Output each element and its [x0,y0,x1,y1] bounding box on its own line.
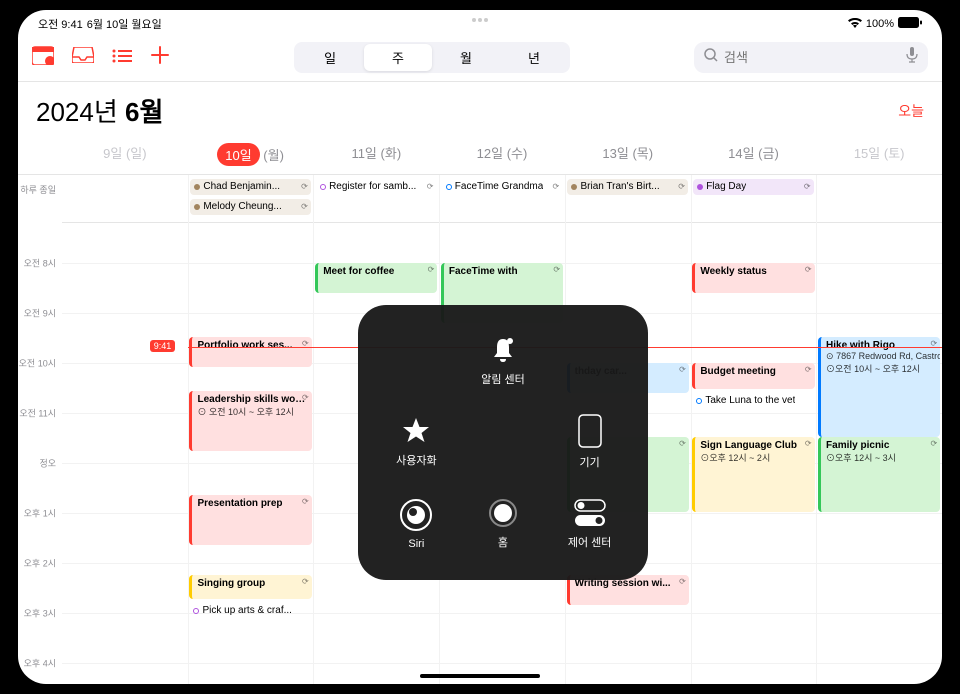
day-header[interactable]: 15일 (토) [816,135,942,174]
battery-icon [898,17,922,31]
calendar-event[interactable]: Meet for coffee⟳ [315,263,437,293]
day-header[interactable]: 13일 (목) [565,135,691,174]
add-button[interactable] [150,45,170,70]
today-button[interactable]: 오늘 [898,101,924,121]
month-title: 2024년 6월 [36,92,163,129]
at-notification-center[interactable]: 알림 센터 [460,320,547,402]
status-bar: 오전 9:41 6월 10일 월요일 100% [18,10,942,34]
allday-event[interactable]: Flag Day⟳ [693,179,813,195]
view-day[interactable]: 일 [296,44,364,71]
at-device[interactable]: 기기 [546,402,633,484]
allday-event[interactable]: Chad Benjamin...⟳ [190,179,310,195]
view-week[interactable]: 주 [364,44,432,71]
day-header[interactable]: 10일 (월) [188,135,314,174]
battery-percent: 100% [866,18,894,30]
search-box[interactable] [694,42,928,73]
calendar-event[interactable]: Presentation prep⟳ [189,495,311,545]
view-month[interactable]: 월 [432,44,500,71]
view-selector: 일 주 월 년 [294,42,570,73]
at-siri[interactable]: Siri [373,483,460,565]
at-custom[interactable]: 사용자화 [373,402,460,484]
view-year[interactable]: 년 [500,44,568,71]
wifi-icon [848,18,862,31]
day-header[interactable]: 11일 (화) [313,135,439,174]
status-date: 6월 10일 월요일 [87,16,162,32]
toggle-icon [573,498,607,528]
calendar-event[interactable]: Weekly status⟳ [692,263,814,293]
day-header[interactable]: 12일 (수) [439,135,565,174]
at-home[interactable]: 홈 [460,483,547,565]
search-icon [704,48,718,67]
calendar-event[interactable]: Family picnic⊙오후 12시 ~ 3시⟳ [818,437,940,512]
bell-icon [488,335,518,365]
allday-event[interactable]: Brian Tran's Birt...⟳ [567,179,687,195]
toolbar: 일 주 월 년 [18,34,942,82]
home-icon [488,498,518,528]
assistive-touch-menu: 알림 센터 사용자화 기기 Siri 홈 [358,305,648,580]
home-indicator[interactable] [420,674,540,678]
multitask-dots[interactable] [472,18,488,22]
week-header: 9일 (일)10일 (월)11일 (화)12일 (수)13일 (목)14일 (금… [18,135,942,175]
day-header[interactable]: 14일 (금) [691,135,817,174]
search-input[interactable] [724,50,900,65]
calendar-event[interactable]: Leadership skills workshop⊙ 오전 10시 ~ 오후 … [189,391,311,451]
allday-event[interactable]: FaceTime Grandma⟳ [442,179,562,195]
at-control-center[interactable]: 제어 센터 [546,483,633,565]
inbox-button[interactable] [72,47,94,68]
allday-event[interactable]: Melody Cheung...⟳ [190,199,310,215]
calendar-event[interactable]: Budget meeting⟳ [692,363,814,389]
calendar-event[interactable]: Pick up arts & craf... [189,601,311,621]
star-icon [401,416,431,446]
day-header[interactable]: 9일 (일) [62,135,188,174]
calendar-event[interactable]: Portfolio work ses...⟳ [189,337,311,367]
calendars-button[interactable] [32,45,54,70]
calendar-event[interactable]: Singing group⟳ [189,575,311,599]
status-time: 오전 9:41 [38,16,83,32]
mic-icon[interactable] [906,47,918,68]
device-icon [578,414,602,448]
list-button[interactable] [112,47,132,68]
calendar-event[interactable]: Take Luna to the vet [692,391,814,411]
siri-icon [399,498,433,532]
allday-event[interactable]: Register for samb...⟳ [316,179,436,195]
allday-label: 하루 종일 [20,183,56,196]
calendar-event[interactable]: Hike with Rigo⊙ 7867 Redwood Rd, Castro … [818,337,940,437]
calendar-event[interactable]: Sign Language Club⊙오후 12시 ~ 2시⟳ [692,437,814,512]
